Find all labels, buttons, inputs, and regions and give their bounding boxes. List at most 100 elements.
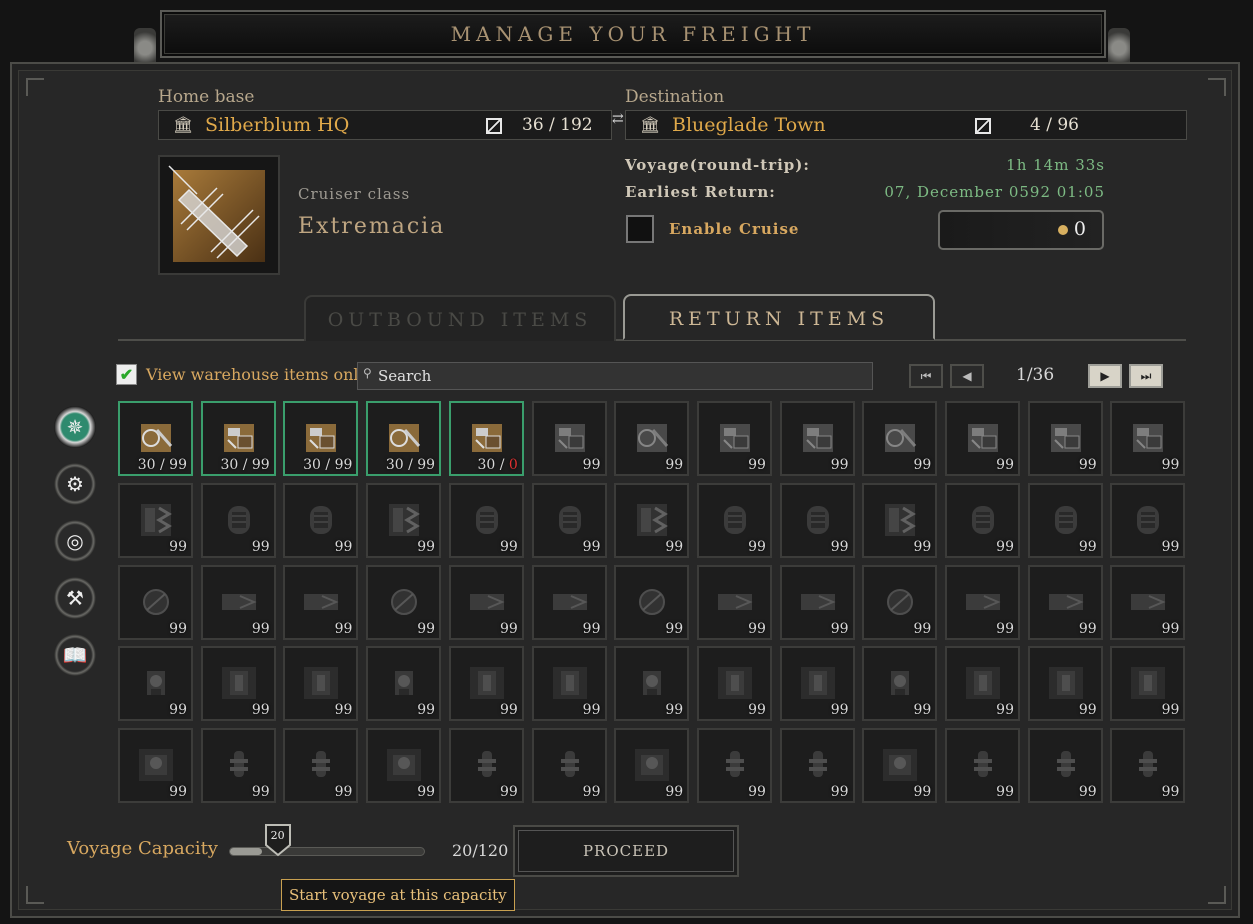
- item-slot[interactable]: 99: [614, 646, 690, 722]
- item-slot[interactable]: 99: [366, 564, 442, 640]
- item-slot[interactable]: 99: [448, 646, 524, 722]
- item-slot[interactable]: 99: [531, 646, 607, 722]
- tab-outbound-items[interactable]: OUTBOUND ITEMS: [304, 295, 616, 341]
- item-slot[interactable]: 99: [1027, 401, 1103, 476]
- item-slot[interactable]: 30 / 99: [283, 401, 359, 476]
- item-slot[interactable]: 99: [696, 646, 772, 722]
- item-slot[interactable]: 99: [862, 482, 938, 558]
- item-slot[interactable]: 99: [779, 728, 855, 804]
- item-slot[interactable]: 99: [1110, 564, 1186, 640]
- item-slot[interactable]: 99: [945, 646, 1020, 722]
- item-icon: [806, 505, 829, 534]
- item-slot[interactable]: 30 / 99: [118, 401, 193, 476]
- item-slot[interactable]: 99: [118, 646, 193, 722]
- swap-arrows-icon[interactable]: ⇄: [612, 112, 626, 134]
- item-slot[interactable]: 99: [862, 564, 938, 640]
- item-quantity: 99: [913, 538, 932, 555]
- item-slot[interactable]: 99: [366, 482, 442, 558]
- enable-cruise-label[interactable]: Enable Cruise: [669, 220, 799, 238]
- capacity-slider-handle[interactable]: 20: [264, 823, 292, 857]
- item-quantity: 99: [499, 702, 518, 719]
- item-icon: [389, 503, 421, 536]
- item-slot[interactable]: 99: [118, 728, 193, 804]
- coins-icon[interactable]: ◎: [54, 520, 96, 562]
- item-slot[interactable]: 99: [283, 564, 359, 640]
- item-slot[interactable]: 99: [945, 401, 1020, 476]
- item-slot[interactable]: 99: [1027, 728, 1103, 804]
- item-slot[interactable]: 99: [200, 564, 276, 640]
- item-slot[interactable]: 99: [283, 482, 359, 558]
- item-slot[interactable]: 99: [531, 564, 607, 640]
- item-slot[interactable]: 99: [1027, 564, 1103, 640]
- item-slot[interactable]: 99: [448, 482, 524, 558]
- item-slot[interactable]: 99: [118, 482, 193, 558]
- item-slot[interactable]: 99: [200, 646, 276, 722]
- item-icon: [306, 424, 337, 452]
- item-slot[interactable]: 99: [283, 646, 359, 722]
- item-slot[interactable]: 99: [118, 564, 193, 640]
- destination-box[interactable]: 🏛 Blueglade Town 4 / 96: [625, 110, 1187, 140]
- item-slot[interactable]: 99: [945, 564, 1020, 640]
- warehouse-only-label[interactable]: View warehouse items only: [146, 365, 368, 384]
- item-slot[interactable]: 99: [1110, 401, 1186, 476]
- item-slot[interactable]: 99: [945, 482, 1020, 558]
- item-slot[interactable]: 99: [1110, 728, 1186, 804]
- item-slot[interactable]: 99: [779, 401, 855, 476]
- item-slot[interactable]: 99: [779, 646, 855, 722]
- item-slot[interactable]: 30 / 0: [448, 401, 524, 476]
- item-slot[interactable]: 30 / 99: [200, 401, 276, 476]
- tab-return-items[interactable]: RETURN ITEMS: [623, 294, 935, 340]
- item-slot[interactable]: 99: [614, 564, 690, 640]
- item-slot[interactable]: 99: [862, 728, 938, 804]
- warehouse-only-checkbox[interactable]: ✔: [116, 364, 137, 385]
- item-slot[interactable]: 99: [366, 646, 442, 722]
- enable-cruise-checkbox[interactable]: [626, 215, 654, 243]
- item-slot[interactable]: 99: [696, 482, 772, 558]
- item-quantity: 99: [913, 702, 932, 719]
- item-slot[interactable]: 99: [1027, 646, 1103, 722]
- item-slot[interactable]: 99: [1027, 482, 1103, 558]
- tools-icon[interactable]: ⚒: [54, 577, 96, 619]
- first-page-button[interactable]: ⏮: [909, 364, 943, 388]
- item-quantity: 99: [169, 538, 187, 555]
- item-icon: [639, 588, 666, 615]
- item-slot[interactable]: 99: [200, 482, 276, 558]
- last-page-button[interactable]: ⏭: [1129, 364, 1163, 388]
- item-icon: [891, 671, 910, 696]
- search-input[interactable]: ⚲ Search: [357, 362, 873, 390]
- airship-icon: [168, 165, 265, 262]
- capacity-icon: [486, 118, 502, 134]
- item-slot[interactable]: 99: [531, 401, 607, 476]
- item-slot[interactable]: 99: [696, 728, 772, 804]
- gear-hand-icon[interactable]: ⚙: [54, 463, 96, 505]
- item-slot[interactable]: 30 / 99: [366, 401, 442, 476]
- item-slot[interactable]: 99: [614, 482, 690, 558]
- item-icon: [223, 424, 254, 452]
- item-slot[interactable]: 99: [448, 728, 524, 804]
- item-quantity: 99: [1161, 538, 1180, 555]
- item-slot[interactable]: 99: [531, 728, 607, 804]
- book-icon[interactable]: 📖: [54, 634, 96, 676]
- item-slot[interactable]: 99: [283, 728, 359, 804]
- compass-icon[interactable]: ✵: [54, 406, 96, 448]
- item-slot[interactable]: 99: [1110, 482, 1186, 558]
- voyage-label: Voyage(round-trip):: [625, 156, 810, 174]
- item-slot[interactable]: 99: [779, 482, 855, 558]
- item-slot[interactable]: 99: [614, 401, 690, 476]
- item-slot[interactable]: 99: [696, 564, 772, 640]
- item-slot[interactable]: 99: [945, 728, 1020, 804]
- item-slot[interactable]: 99: [531, 482, 607, 558]
- item-slot[interactable]: 99: [862, 401, 938, 476]
- item-slot[interactable]: 99: [779, 564, 855, 640]
- item-slot[interactable]: 99: [448, 564, 524, 640]
- item-slot[interactable]: 99: [614, 728, 690, 804]
- next-page-button[interactable]: ▶: [1088, 364, 1122, 388]
- prev-page-button[interactable]: ◀: [950, 364, 984, 388]
- item-slot[interactable]: 99: [366, 728, 442, 804]
- item-slot[interactable]: 99: [862, 646, 938, 722]
- item-slot[interactable]: 99: [696, 401, 772, 476]
- capacity-slider-track[interactable]: [229, 847, 425, 856]
- proceed-button[interactable]: PROCEED: [513, 825, 739, 877]
- item-slot[interactable]: 99: [200, 728, 276, 804]
- item-slot[interactable]: 99: [1110, 646, 1186, 722]
